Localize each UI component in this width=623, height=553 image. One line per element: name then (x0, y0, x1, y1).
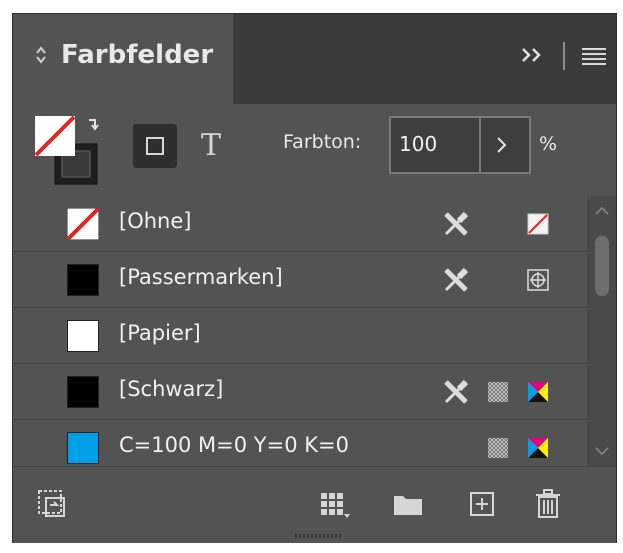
tabbar-separator (563, 42, 565, 70)
process-color-icon (488, 438, 508, 458)
scroll-thumb[interactable] (595, 236, 609, 296)
list-item[interactable]: [Passermarken] (13, 252, 587, 308)
tint-input[interactable]: 100 (399, 132, 479, 158)
process-color-icon (488, 382, 508, 402)
container-format-button[interactable] (133, 124, 177, 168)
swatch-name: [Passermarken] (119, 265, 283, 289)
resize-grip-icon[interactable] (293, 533, 343, 539)
tint-field[interactable]: 100 (389, 116, 531, 174)
tab-farbfelder[interactable]: Farbfelder (13, 14, 233, 104)
no-edit-icon (444, 211, 469, 236)
cmyk-mode-icon (528, 438, 548, 458)
new-swatch-icon[interactable] (465, 487, 499, 521)
list-item[interactable]: [Ohne] (13, 196, 587, 252)
chevron-down-icon[interactable] (594, 446, 610, 456)
tab-title: Farbfelder (61, 40, 214, 70)
square-icon (146, 137, 164, 155)
show-swatch-views-icon[interactable] (35, 487, 69, 521)
list-item[interactable]: [Schwarz] (13, 364, 587, 420)
registration-type-icon (527, 269, 549, 291)
tint-label: Farbton: (283, 131, 362, 153)
swatch-grid-icon[interactable] (317, 487, 351, 521)
panel-menu-icon[interactable] (581, 47, 607, 65)
trash-icon[interactable] (531, 487, 565, 521)
fill-stroke-icon[interactable] (33, 114, 113, 190)
chevron-up-icon[interactable] (594, 206, 610, 216)
paper-swatch (67, 320, 99, 352)
panel-footer (13, 466, 616, 543)
text-format-button[interactable]: T (193, 124, 229, 168)
double-chevron-icon[interactable] (519, 44, 545, 66)
chevron-right-icon[interactable] (487, 132, 517, 158)
tint-unit: % (539, 133, 558, 155)
swatches-panel: Farbfelder T Farbton: 100 % [Ohne] [Pass… (12, 13, 617, 543)
no-edit-icon (444, 379, 469, 404)
black-swatch (67, 376, 99, 408)
folder-icon[interactable] (391, 487, 425, 521)
tint-divider (479, 118, 481, 172)
swatch-toolbar: T Farbton: 100 % (13, 104, 616, 196)
swatch-name: [Schwarz] (119, 377, 224, 401)
collapse-chevron-icon[interactable] (35, 44, 47, 66)
panel-tabbar: Farbfelder (13, 14, 616, 104)
none-type-icon (527, 213, 549, 235)
list-item[interactable]: [Papier] (13, 308, 587, 364)
swatch-name: [Ohne] (119, 209, 192, 233)
none-swatch (67, 208, 99, 240)
swatch-name: [Papier] (119, 321, 201, 345)
list-scrollbar[interactable] (587, 196, 616, 466)
cyan-swatch (67, 432, 99, 464)
black-swatch (67, 264, 99, 296)
no-edit-icon (444, 267, 469, 292)
swatch-name: C=100 M=0 Y=0 K=0 (119, 433, 349, 457)
cmyk-mode-icon (528, 382, 548, 402)
swatch-list: [Ohne] [Passermarken] [Papier] [Schwarz]… (13, 196, 587, 466)
